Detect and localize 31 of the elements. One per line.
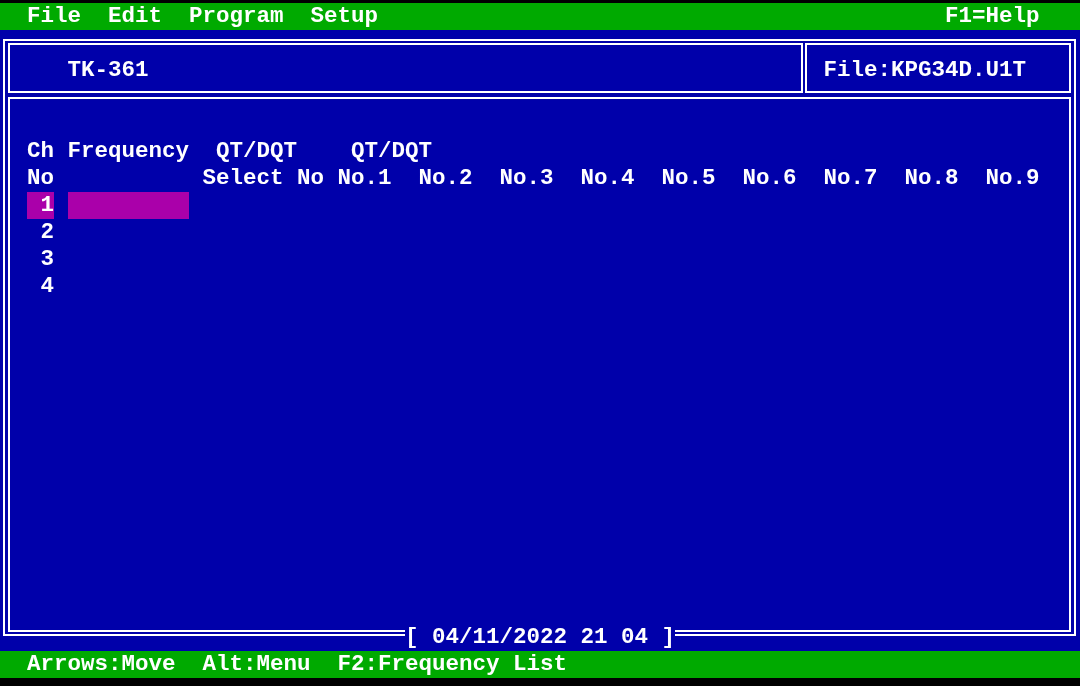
column-header: Ch <box>27 138 54 165</box>
column-header: No.1 <box>337 165 392 192</box>
channel-number[interactable]: 4 <box>27 273 54 300</box>
frequency-field[interactable] <box>67 192 189 219</box>
column-header: No.7 <box>823 165 878 192</box>
column-header: No.5 <box>661 165 716 192</box>
key-hint: F2:Frequency List <box>337 651 568 678</box>
column-header: No.3 <box>499 165 554 192</box>
channel-number[interactable]: 2 <box>27 219 54 246</box>
column-header: Frequency <box>67 138 190 165</box>
menu-item[interactable]: Program <box>189 3 284 30</box>
column-header: No.6 <box>742 165 797 192</box>
column-header: No.4 <box>580 165 635 192</box>
column-header: QT/DQT <box>351 138 432 165</box>
date-time-label: [ 04/11/2022 21 04 ] <box>405 624 676 651</box>
file-name-label: File:KPG34D.U1T <box>823 57 1027 84</box>
model-name: TK-361 <box>67 57 149 84</box>
help-menu-item[interactable]: F1=Help <box>945 3 1040 30</box>
key-hint: Arrows:Move <box>27 651 176 678</box>
key-hint: Alt:Menu <box>202 651 311 678</box>
menu-item[interactable]: Edit <box>108 3 162 30</box>
column-header: No <box>27 165 54 192</box>
channel-number[interactable]: 3 <box>27 246 54 273</box>
column-header: No.2 <box>418 165 473 192</box>
column-header: QT/DQT <box>216 138 297 165</box>
column-header: No.8 <box>904 165 959 192</box>
column-header: Select No <box>202 165 325 192</box>
menu-item[interactable]: File <box>27 3 81 30</box>
column-header: No.9 <box>985 165 1040 192</box>
channel-number[interactable]: 1 <box>27 192 54 219</box>
menu-item[interactable]: Setup <box>310 3 378 30</box>
